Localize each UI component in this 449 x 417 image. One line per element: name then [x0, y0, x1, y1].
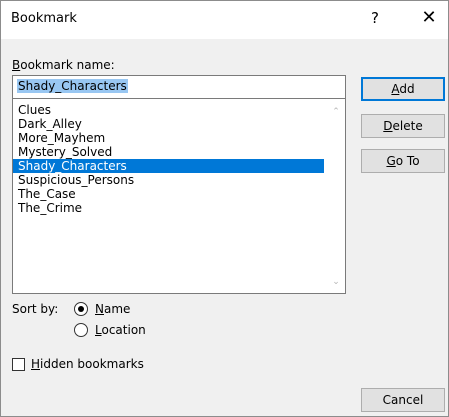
delete-button-mnemonic: D	[383, 119, 393, 133]
hidden-bookmarks-text: idden bookmarks	[40, 357, 144, 371]
hidden-bookmarks-checkbox[interactable]	[12, 358, 25, 371]
bookmark-list-item[interactable]: More_Mayhem	[13, 131, 324, 145]
sort-name-radio[interactable]	[74, 302, 88, 316]
bookmark-name-value: Shady_Characters	[17, 79, 128, 93]
bookmark-list-item[interactable]: Clues	[13, 103, 324, 117]
bookmark-list-item[interactable]: Dark_Alley	[13, 117, 324, 131]
add-button[interactable]: Add	[361, 77, 445, 101]
bookmark-name-label: Bookmark name:	[12, 58, 115, 72]
delete-button-text: elete	[392, 119, 423, 133]
scroll-up-arrow-icon[interactable]: ⌃	[331, 107, 341, 117]
sort-name-label[interactable]: Name	[95, 302, 130, 316]
go-to-button-mnemonic: G	[386, 154, 396, 168]
close-icon[interactable]: ✕	[419, 7, 439, 29]
delete-button[interactable]: Delete	[361, 114, 445, 138]
bookmark-name-label-mnemonic: B	[12, 58, 21, 72]
sort-location-label[interactable]: Location	[95, 323, 146, 337]
hidden-bookmarks-mnemonic: H	[31, 357, 41, 371]
bookmark-list[interactable]: Clues Dark_Alley More_Mayhem Mystery_Solved…	[12, 98, 346, 294]
sort-location-text: ocation	[101, 323, 146, 337]
bookmark-list-item[interactable]: Mystery_Solved	[13, 145, 324, 159]
help-icon[interactable]: ?	[367, 9, 383, 29]
sort-name-mnemonic: N	[95, 302, 104, 316]
bookmark-dialog: Bookmark ? ✕ Bookmark name: Shady_Charac…	[0, 0, 449, 417]
scroll-down-arrow-icon[interactable]: ⌄	[331, 277, 341, 287]
title-bar: Bookmark ? ✕	[1, 1, 448, 39]
bookmark-list-item[interactable]: The_Crime	[13, 201, 324, 215]
bookmark-name-label-text: ookmark name:	[20, 58, 115, 72]
bookmark-list-item[interactable]: Suspicious_Persons	[13, 173, 324, 187]
bookmark-list-item[interactable]: The_Case	[13, 187, 324, 201]
bookmark-list-item[interactable]: Shady_Characters	[13, 159, 324, 173]
add-button-text: dd	[399, 82, 415, 96]
sort-by-label: Sort by:	[12, 302, 59, 316]
sort-location-radio[interactable]	[74, 323, 88, 337]
go-to-button-text: o To	[395, 154, 420, 168]
cancel-button[interactable]: Cancel	[361, 388, 445, 412]
bookmark-name-input[interactable]: Shady_Characters	[12, 75, 346, 99]
dialog-title: Bookmark	[11, 11, 77, 26]
go-to-button[interactable]: Go To	[361, 149, 445, 173]
hidden-bookmarks-label[interactable]: Hidden bookmarks	[31, 357, 144, 371]
sort-name-text: ame	[103, 302, 131, 316]
